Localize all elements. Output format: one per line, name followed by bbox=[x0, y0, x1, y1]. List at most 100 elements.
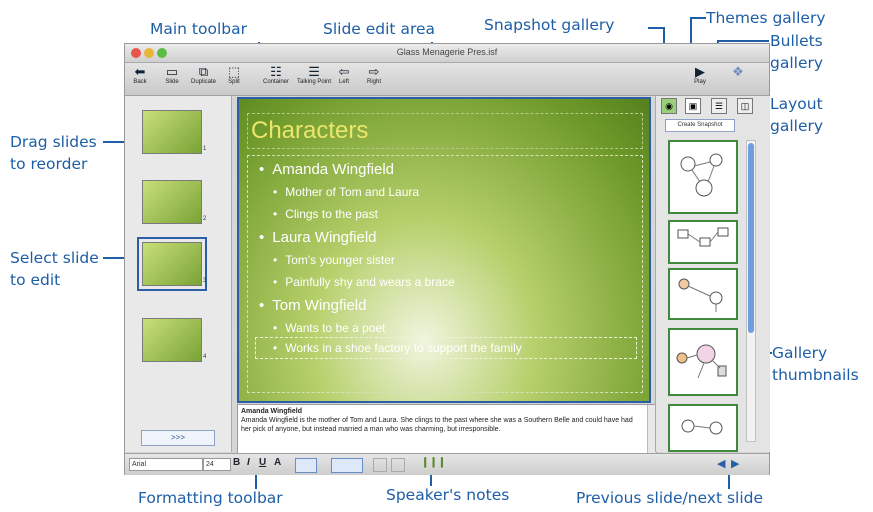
formatting-toolbar: Arial 24 B I U A ❙❙❙ ◀ ▶ bbox=[125, 453, 769, 475]
split-label: Split bbox=[228, 79, 240, 85]
split-button[interactable]: ⬚ Split bbox=[225, 64, 243, 86]
callout-select-slide-2: to edit bbox=[10, 271, 61, 289]
notes-heading: Amanda Wingfield bbox=[241, 408, 302, 415]
diagram-thumbnail-icon bbox=[676, 344, 727, 379]
gallery-scrollbar[interactable] bbox=[746, 140, 756, 442]
next-slide-button[interactable]: ▶ bbox=[731, 457, 739, 470]
new-slide-button[interactable]: ▭ Slide bbox=[163, 64, 181, 86]
callout-gallery-thumbnails-1: Gallery bbox=[772, 344, 828, 362]
container-button[interactable]: ☷ Container bbox=[263, 65, 290, 86]
slide-icon: ▭ bbox=[165, 64, 179, 79]
window-title: Glass Menagerie Pres.isf bbox=[396, 47, 498, 57]
notes-layout-icon[interactable] bbox=[295, 458, 317, 473]
slide-title[interactable]: Characters bbox=[251, 117, 368, 145]
callout-prev-next-slide: Previous slide/next slide bbox=[576, 489, 764, 507]
bullet-level-1[interactable]: Tom Wingfield bbox=[259, 297, 366, 314]
diagram-thumbnail-icon bbox=[681, 419, 723, 435]
gallery-thumbnail[interactable] bbox=[668, 328, 738, 396]
themes-icon: ▣ bbox=[688, 101, 698, 111]
image-icon[interactable] bbox=[391, 458, 405, 472]
bullets-gallery-tab[interactable]: ☰ bbox=[711, 98, 727, 114]
diagram-thumbnail-icon bbox=[678, 278, 723, 312]
bullet-level-2[interactable]: Mother of Tom and Laura bbox=[273, 185, 419, 199]
gallery-scroll-thumb[interactable] bbox=[748, 143, 754, 333]
slide-thumbnail-2[interactable] bbox=[142, 180, 202, 224]
left-label: Left bbox=[338, 79, 349, 85]
snapshot-gallery-tab[interactable]: ◉ bbox=[661, 98, 677, 114]
play-icon: ▶ bbox=[695, 64, 705, 79]
app-window: Glass Menagerie Pres.isf ⬅ Back ▭ Slide ⧉ D… bbox=[124, 43, 770, 475]
slide-thumbnail-1[interactable] bbox=[142, 110, 202, 154]
split-icon: ⬚ bbox=[227, 64, 241, 79]
slide-edit-area[interactable]: Characters Amanda Wingfield Mother of To… bbox=[237, 97, 651, 403]
underline-button[interactable]: U bbox=[259, 457, 266, 468]
container-label: Container bbox=[263, 79, 290, 85]
bullets-icon: ☰ bbox=[714, 101, 724, 111]
back-button[interactable]: ⬅ Back bbox=[131, 64, 149, 86]
back-label: Back bbox=[133, 79, 147, 85]
bullet-level-1[interactable]: Amanda Wingfield bbox=[259, 161, 394, 178]
play-button[interactable]: ▶ Play bbox=[691, 64, 709, 86]
bullet-level-2[interactable]: Tom's younger sister bbox=[273, 253, 395, 267]
themes-gallery-tab[interactable]: ▣ bbox=[685, 98, 701, 114]
slide-number: 3 bbox=[203, 278, 207, 284]
right-button[interactable]: ⇨ Right bbox=[365, 64, 383, 86]
diagram-thumbnail-icon bbox=[677, 227, 729, 247]
speaker-notes[interactable]: Amanda Wingfield Amanda Wingfield is the… bbox=[237, 404, 657, 454]
layout-gallery-tab[interactable]: ◫ bbox=[737, 98, 753, 114]
slide-number: 4 bbox=[203, 354, 207, 360]
bullet-level-2[interactable]: Works in a shoe factory to support the f… bbox=[273, 341, 522, 355]
bullet-level-2[interactable]: Wants to be a poet bbox=[273, 321, 385, 335]
bold-button[interactable]: B bbox=[233, 457, 240, 468]
text-color-button[interactable]: A bbox=[274, 457, 281, 468]
duplicate-button[interactable]: ⧉ Duplicate bbox=[191, 65, 216, 86]
logo-icon: ❖ bbox=[732, 64, 744, 79]
callout-drag-slides-1: Drag slides bbox=[10, 133, 97, 151]
layout-icon: ◫ bbox=[740, 101, 750, 111]
gallery-thumbnail[interactable] bbox=[668, 404, 738, 452]
right-label: Right bbox=[366, 79, 381, 85]
slide-sorter: 1 2 3 4 >>> bbox=[125, 96, 232, 452]
talking-point-label: Talking Point bbox=[297, 79, 332, 85]
gallery-panel: ◉ ▣ ☰ ◫ Create Snapshot bbox=[655, 96, 770, 452]
callout-speakers-notes: Speaker's notes bbox=[386, 486, 510, 504]
talking-point-button[interactable]: ☰ Talking Point bbox=[297, 64, 332, 86]
callout-main-toolbar: Main toolbar bbox=[150, 20, 247, 38]
bullet-level-2[interactable]: Clings to the past bbox=[273, 207, 378, 221]
talking-point-icon: ☰ bbox=[308, 64, 320, 79]
zoom-slider-icon[interactable]: ❙❙❙ bbox=[421, 457, 446, 468]
italic-button[interactable]: I bbox=[247, 457, 250, 468]
callout-formatting-toolbar: Formatting toolbar bbox=[138, 489, 283, 507]
diagram-thumbnail-icon bbox=[680, 153, 723, 197]
slide-thumbnail-3-selected[interactable] bbox=[137, 237, 207, 291]
indent-icon: ⇨ bbox=[368, 64, 380, 79]
font-size-select[interactable]: 24 bbox=[203, 458, 231, 471]
bullet-level-1[interactable]: Laura Wingfield bbox=[259, 229, 376, 246]
callout-drag-slides-2: to reorder bbox=[10, 155, 88, 173]
gallery-thumbnail[interactable] bbox=[668, 268, 738, 320]
callout-layout-gallery-2: gallery bbox=[770, 117, 824, 135]
app-logo: ❖ bbox=[729, 65, 747, 79]
callout-line-bullets-h bbox=[717, 40, 769, 42]
slide-thumbnail-4[interactable] bbox=[142, 318, 202, 362]
callout-layout-gallery-1: Layout bbox=[770, 95, 823, 113]
create-snapshot-button[interactable]: Create Snapshot bbox=[665, 119, 735, 132]
callout-line-themes-h bbox=[690, 17, 706, 19]
previous-slide-button[interactable]: ◀ bbox=[717, 457, 725, 470]
main-toolbar: ⬅ Back ▭ Slide ⧉ Duplicate ⬚ Split ☷ Containe… bbox=[125, 63, 769, 96]
callout-bullets-gallery-2: gallery bbox=[770, 54, 824, 72]
back-arrow-icon: ⬅ bbox=[134, 64, 146, 79]
grid-toggle-icon[interactable] bbox=[373, 458, 387, 472]
gallery-thumbnail[interactable] bbox=[668, 220, 738, 264]
callout-slide-edit-area: Slide edit area bbox=[323, 20, 436, 38]
notes-text[interactable]: Amanda Wingfield is the mother of Tom an… bbox=[241, 417, 633, 433]
callout-gallery-thumbnails-2: thumbnails bbox=[772, 366, 859, 384]
slide-layout-icon[interactable] bbox=[331, 458, 363, 473]
show-more-button[interactable]: >>> bbox=[141, 430, 215, 446]
font-select[interactable]: Arial bbox=[129, 458, 203, 471]
callout-themes-gallery: Themes gallery bbox=[706, 9, 826, 27]
left-button[interactable]: ⇦ Left bbox=[335, 65, 353, 86]
bullet-level-2[interactable]: Painfully shy and wears a brace bbox=[273, 275, 454, 289]
gallery-thumbnail[interactable] bbox=[668, 140, 738, 214]
callout-bullets-gallery-1: Bullets bbox=[770, 32, 823, 50]
